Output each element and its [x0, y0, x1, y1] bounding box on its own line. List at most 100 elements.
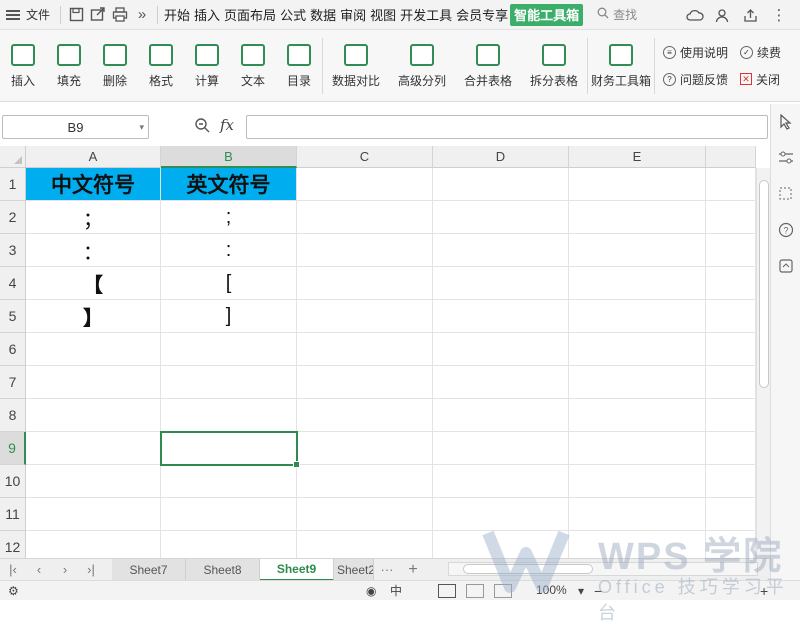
grid-cell[interactable] [161, 498, 297, 531]
sheet-tab-sheet9[interactable]: Sheet9 [260, 558, 334, 581]
tab-developer[interactable]: 开发工具 [398, 0, 454, 30]
cell-a4[interactable]: 【 [26, 267, 161, 300]
next-sheet-icon[interactable]: › [52, 562, 78, 577]
more-sheets-icon[interactable]: ··· [374, 562, 400, 577]
zoom-out-icon[interactable]: − [594, 583, 602, 599]
print-icon[interactable] [109, 4, 131, 26]
grid-cell[interactable] [297, 333, 433, 366]
grid-cell[interactable] [569, 399, 706, 432]
tab-data[interactable]: 数据 [308, 0, 338, 30]
column-header-d[interactable]: D [433, 146, 569, 168]
grid-cell[interactable] [297, 432, 433, 465]
grid-cell[interactable] [297, 399, 433, 432]
split-column-button[interactable]: 高级分列 [389, 30, 455, 102]
last-sheet-icon[interactable]: ›| [78, 562, 104, 577]
grid-cell[interactable] [26, 465, 161, 498]
grid-cell[interactable] [26, 333, 161, 366]
grid-cell[interactable] [706, 531, 756, 558]
row-header-3[interactable]: 3 [0, 234, 26, 267]
grid-cell[interactable] [433, 432, 569, 465]
grid-cell[interactable] [297, 465, 433, 498]
sheet-tab-sheet2[interactable]: Sheet2 [334, 558, 374, 581]
grid-cell[interactable] [433, 531, 569, 558]
column-header-f[interactable] [706, 146, 756, 168]
grid-cell[interactable] [433, 168, 569, 201]
backup-icon[interactable] [771, 248, 800, 284]
delete-button[interactable]: 删除 [92, 30, 138, 102]
grid-cell[interactable] [433, 366, 569, 399]
grid-cell[interactable] [569, 465, 706, 498]
grid-cell[interactable] [161, 531, 297, 558]
grid-cell[interactable] [569, 333, 706, 366]
grid-cell[interactable] [161, 366, 297, 399]
grid-cell[interactable] [433, 300, 569, 333]
grid-cell[interactable] [161, 333, 297, 366]
grid-cell[interactable] [297, 531, 433, 558]
horizontal-scroll-thumb[interactable] [463, 564, 593, 574]
text-button[interactable]: 文本 [230, 30, 276, 102]
grid-cell[interactable] [433, 399, 569, 432]
grid-cell[interactable] [706, 465, 756, 498]
row-header-1[interactable]: 1 [0, 168, 26, 201]
grid-cell[interactable] [706, 333, 756, 366]
file-menu[interactable]: 文件 [0, 0, 56, 30]
tab-view[interactable]: 视图 [368, 0, 398, 30]
grid-cell[interactable] [569, 531, 706, 558]
input-method-icon[interactable]: 中 [390, 582, 402, 599]
tab-home[interactable]: 开始 [162, 0, 192, 30]
vertical-scroll-thumb[interactable] [759, 180, 769, 388]
tab-insert[interactable]: 插入 [192, 0, 222, 30]
grid-cell[interactable] [26, 432, 161, 465]
share-icon[interactable] [740, 4, 762, 26]
fill-button[interactable]: 填充 [46, 30, 92, 102]
normal-view-icon[interactable] [438, 583, 456, 598]
grid-cell[interactable] [569, 366, 706, 399]
grid-cell[interactable] [433, 333, 569, 366]
grid-cell[interactable] [433, 267, 569, 300]
cell-a2[interactable]: ； [26, 201, 161, 234]
grid-cell[interactable] [433, 498, 569, 531]
grid-cell[interactable] [706, 201, 756, 234]
tab-smart-toolbox[interactable]: 智能工具箱 [510, 3, 584, 26]
pointer-icon[interactable] [771, 104, 800, 140]
horizontal-scrollbar[interactable] [448, 562, 758, 576]
grid-cell[interactable] [706, 366, 756, 399]
cell-a1[interactable]: 中文符号 [26, 168, 161, 201]
cell-a3[interactable]: ： [26, 234, 161, 267]
grid-cell[interactable] [161, 465, 297, 498]
grid-cell[interactable] [161, 399, 297, 432]
zoom-dropdown-icon[interactable]: ▾ [578, 584, 584, 598]
merge-table-button[interactable]: 合并表格 [455, 30, 521, 102]
row-header-10[interactable]: 10 [0, 465, 26, 498]
grid-cell[interactable] [433, 201, 569, 234]
tab-page-layout[interactable]: 页面布局 [222, 0, 278, 30]
grid-cell[interactable] [706, 168, 756, 201]
grid-cell[interactable] [569, 300, 706, 333]
grid-cell[interactable] [297, 168, 433, 201]
zoom-in-icon[interactable]: + [760, 583, 768, 599]
column-header-b[interactable]: B [161, 146, 297, 168]
row-header-4[interactable]: 4 [0, 267, 26, 300]
first-sheet-icon[interactable]: |‹ [0, 562, 26, 577]
grid-cell[interactable] [297, 498, 433, 531]
cell-b4[interactable]: [ [161, 267, 297, 300]
cell-a5[interactable]: 】 [26, 300, 161, 333]
active-cell-selection[interactable] [160, 431, 300, 468]
sheet-tab-sheet7[interactable]: Sheet7 [112, 558, 186, 581]
column-header-c[interactable]: C [297, 146, 433, 168]
column-header-a[interactable]: A [26, 146, 161, 168]
zoom-lens-icon[interactable] [194, 117, 210, 136]
grid-cell[interactable] [26, 531, 161, 558]
tab-member[interactable]: 会员专享 [454, 0, 510, 30]
row-header-7[interactable]: 7 [0, 366, 26, 399]
eye-protection-icon[interactable]: ◉ [366, 584, 376, 598]
grid-cell[interactable] [297, 366, 433, 399]
save-icon[interactable] [65, 4, 87, 26]
page-layout-view-icon[interactable] [466, 583, 484, 598]
name-box[interactable]: B9 ▾ [2, 115, 149, 139]
grid-cell[interactable] [569, 432, 706, 465]
row-header-8[interactable]: 8 [0, 399, 26, 432]
format-button[interactable]: 格式 [138, 30, 184, 102]
grid-cell[interactable] [706, 300, 756, 333]
cloud-sync-icon[interactable] [684, 4, 706, 26]
